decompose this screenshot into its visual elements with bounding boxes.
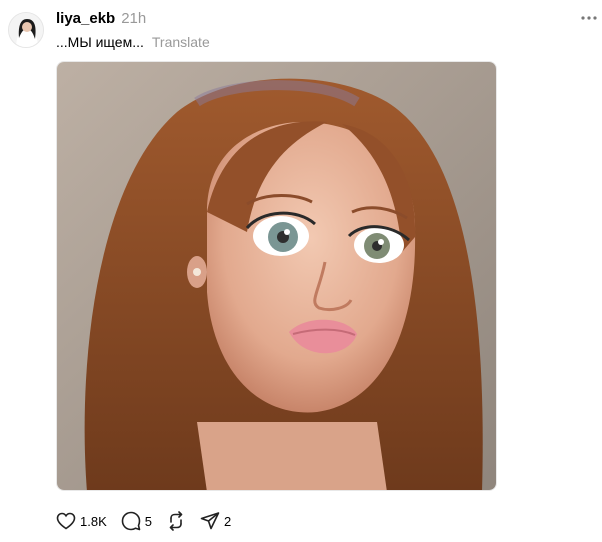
like-count: 1.8K bbox=[80, 513, 107, 529]
comment-count: 5 bbox=[144, 513, 152, 529]
comment-button[interactable]: 5 bbox=[121, 511, 152, 531]
share-count: 2 bbox=[223, 513, 232, 529]
action-bar: 1.8K 5 2 bbox=[56, 510, 245, 532]
avatar[interactable] bbox=[8, 12, 44, 48]
repost-button[interactable] bbox=[166, 511, 186, 531]
translate-link[interactable]: Translate bbox=[152, 34, 210, 50]
like-button[interactable]: 1.8K bbox=[56, 512, 107, 530]
post-time: 21h bbox=[121, 10, 147, 27]
heart-icon bbox=[56, 512, 76, 530]
more-icon bbox=[581, 16, 597, 20]
caption-text: ...МЫ ищем... bbox=[56, 34, 144, 50]
share-button[interactable]: 2 bbox=[200, 511, 231, 531]
avatar-image bbox=[9, 13, 43, 47]
post-photo bbox=[57, 62, 496, 490]
post-caption: ...МЫ ищем... Translate bbox=[56, 33, 210, 51]
more-options-button[interactable] bbox=[580, 9, 598, 27]
send-icon bbox=[200, 512, 220, 530]
post-header: liya_ekb 21h bbox=[56, 10, 146, 28]
post-image[interactable] bbox=[56, 61, 497, 491]
comment-icon bbox=[121, 511, 141, 531]
repost-icon bbox=[169, 511, 183, 531]
username[interactable]: liya_ekb bbox=[56, 10, 115, 27]
